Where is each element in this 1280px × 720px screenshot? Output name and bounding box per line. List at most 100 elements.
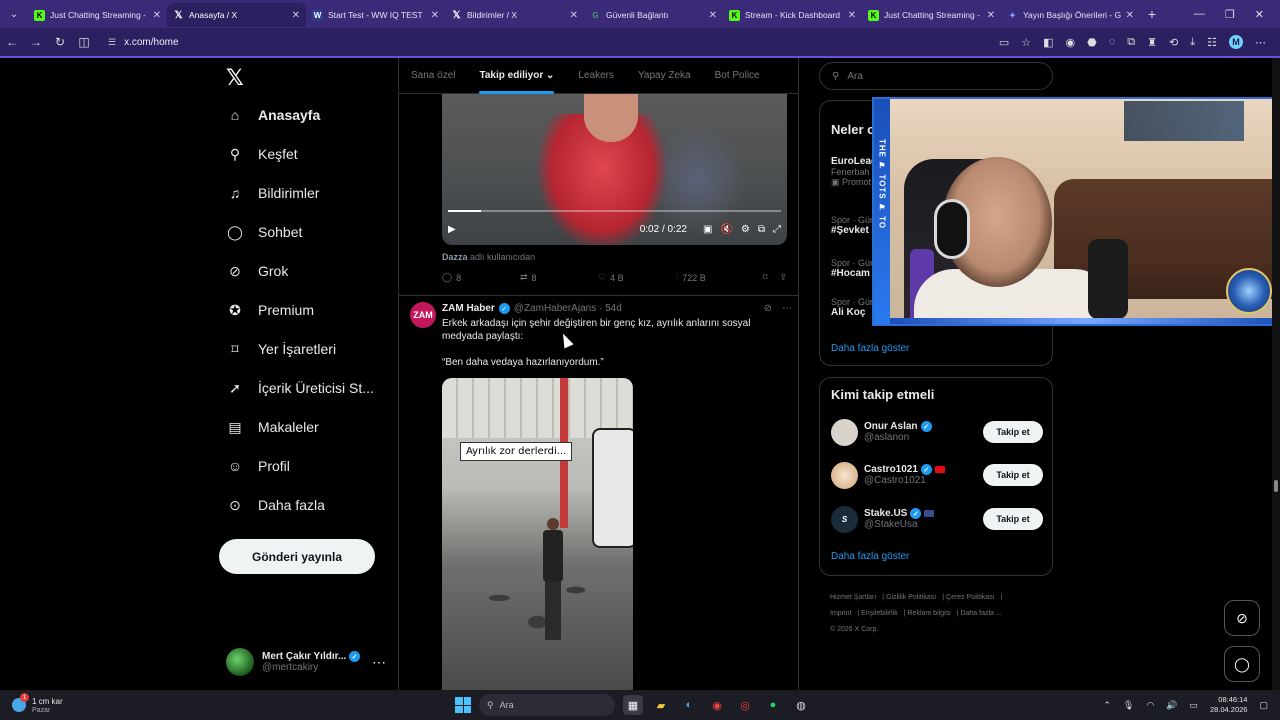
account-switcher[interactable]: Mert Çakır Yıldır... ✓ @mertcakiry ⋯ [226, 644, 386, 680]
footer-link[interactable]: Reklam bilgisi [908, 610, 951, 617]
follow-button[interactable]: Takip et [983, 464, 1043, 486]
nav-grok[interactable]: ⊘ Grok [226, 262, 288, 280]
trend-item[interactable]: EuroLeag Fenerbah ▣ Promot [831, 156, 877, 188]
show-more-link[interactable]: Daha fazla göster [831, 343, 909, 354]
video-progress-bar[interactable] [448, 210, 781, 212]
play-icon[interactable]: ▶ [448, 224, 456, 235]
tab-2[interactable]: W Start Test - WW IQ TEST ✕ [306, 3, 445, 27]
footer-link[interactable]: Çerez Politikası [946, 594, 995, 601]
tab-ai[interactable]: Yapay Zeka [626, 58, 703, 94]
tab-4[interactable]: G Güvenli Bağlantı ✕ [584, 3, 723, 27]
bookmark-icon[interactable]: ⌑ [763, 272, 768, 283]
show-more-link[interactable]: Daha fazla göster [831, 551, 909, 562]
tab-bot-police[interactable]: Bot Police [703, 58, 772, 94]
grok-icon[interactable]: ⊘ [764, 303, 772, 314]
weather-widget[interactable]: 1 1 cm kar Pazar [0, 693, 200, 714]
nav-notifications[interactable]: ♫ Bildirimler [226, 184, 320, 202]
scrollbar-thumb[interactable] [1274, 480, 1278, 492]
windows-start-icon[interactable] [455, 697, 471, 713]
footer-link[interactable]: Hizmet Şartları [830, 594, 876, 601]
chrome-icon[interactable]: ◉ [707, 695, 727, 715]
follow-suggestion[interactable]: Onur Aslan ✓ @aslanon Takip et [831, 417, 1043, 447]
opera-icon[interactable]: ◎ [735, 695, 755, 715]
close-window-icon[interactable]: ✕ [1255, 8, 1264, 21]
video-player[interactable]: ▶ 0:02 / 0:22 ▣ 🔇 ⚙ ⧉ ⤢ [442, 94, 787, 245]
wifi-icon[interactable]: ◠ [1146, 700, 1154, 711]
tab-7[interactable]: ✦ Yayın Başlığı Önerileri - G ✕ [1001, 3, 1140, 27]
pip-icon[interactable]: ⧉ [758, 224, 765, 235]
taskbar-search[interactable]: ⚲ Ara [479, 694, 615, 716]
extension-icon[interactable]: ♜ [1147, 36, 1157, 49]
split-view-icon[interactable]: ◫ [72, 35, 96, 49]
nav-explore[interactable]: ⚲ Keşfet [226, 145, 298, 163]
nav-chat[interactable]: ◯ Sohbet [226, 223, 302, 241]
settings-icon[interactable]: ☷ [1207, 36, 1217, 49]
new-tab-button[interactable]: + [1140, 6, 1164, 22]
fullscreen-icon[interactable]: ⤢ [773, 224, 781, 235]
trend-item[interactable]: Spor · Gün #Hocam [831, 258, 875, 279]
more-options-icon[interactable]: ⋯ [372, 654, 386, 671]
tweet-author-name[interactable]: ZAM Haber [442, 303, 495, 314]
trend-item[interactable]: Spor · Gün Ali Koç [831, 297, 875, 318]
mute-icon[interactable]: 🔇 [720, 224, 732, 235]
maximize-icon[interactable]: ❐ [1225, 8, 1235, 21]
reload-icon[interactable]: ↻ [48, 35, 72, 49]
cast-icon[interactable]: ▭ [999, 36, 1009, 49]
volume-icon[interactable]: 🔊 [1166, 700, 1177, 711]
clock[interactable]: 08:46:14 28.04.2026 [1210, 695, 1248, 715]
x-logo-icon[interactable]: 𝕏 [226, 66, 244, 91]
chevron-up-icon[interactable]: ⌃ [1103, 700, 1111, 711]
close-icon[interactable]: ✕ [292, 10, 300, 21]
close-icon[interactable]: ✕ [431, 10, 439, 21]
close-icon[interactable]: ✕ [570, 10, 578, 21]
obs-icon[interactable]: ◍ [791, 695, 811, 715]
footer-link[interactable]: Erişilebilirlik [861, 610, 898, 617]
tab-actions-menu[interactable]: ⌄ [0, 0, 28, 28]
nav-profile[interactable]: ☺ Profil [226, 457, 290, 475]
nav-creator-studio[interactable]: ➚ İçerik Üreticisi St... [226, 379, 374, 397]
history-icon[interactable]: ⟲ [1169, 36, 1178, 49]
extension-icon[interactable]: ◌ [1109, 36, 1116, 48]
tab-leakers[interactable]: Leakers [566, 58, 626, 94]
tweet-video[interactable]: Ayrılık zor derlerdi... [442, 378, 633, 690]
follow-button[interactable]: Takip et [983, 508, 1043, 530]
trend-item[interactable]: Spor · Gün #Şevket [831, 215, 875, 236]
more-options-icon[interactable]: ⋯ [782, 303, 792, 314]
url-field[interactable]: ☰ x.com/home [108, 37, 179, 48]
extension-icon[interactable]: ⬣ [1087, 36, 1097, 49]
credit-user[interactable]: Dazza [442, 252, 468, 262]
download-icon[interactable]: ⤓ [1190, 36, 1195, 49]
grok-floating-button[interactable]: ⊘ [1224, 600, 1260, 636]
nav-more[interactable]: ⊙ Daha fazla [226, 496, 325, 514]
tab-following[interactable]: Takip ediliyor ⌄ [467, 58, 566, 94]
nav-articles[interactable]: ▤ Makaleler [226, 418, 318, 436]
captions-icon[interactable]: ▣ [703, 224, 712, 235]
star-icon[interactable]: ☆ [1021, 36, 1031, 49]
tab-5[interactable]: K Stream - Kick Dashboard ✕ [723, 3, 862, 27]
file-explorer-icon[interactable]: ▰ [651, 695, 671, 715]
repost-button[interactable]: ⇄ 8 [520, 272, 598, 283]
footer-link[interactable]: Imprint [830, 610, 851, 617]
close-icon[interactable]: ✕ [709, 10, 717, 21]
nav-premium[interactable]: ✪ Premium [226, 301, 314, 319]
tab-for-you[interactable]: Sana özel [399, 58, 467, 94]
task-view-icon[interactable]: ▦ [623, 695, 643, 715]
avatar[interactable]: ZAM [410, 302, 436, 328]
site-info-icon[interactable]: ☰ [108, 37, 116, 48]
forward-icon[interactable]: → [24, 35, 48, 49]
close-icon[interactable]: ✕ [848, 10, 856, 21]
close-icon[interactable]: ✕ [1126, 10, 1134, 21]
back-icon[interactable]: ← [0, 35, 24, 49]
follow-button[interactable]: Takip et [983, 421, 1043, 443]
menu-icon[interactable]: ⋯ [1255, 36, 1266, 49]
tab-6[interactable]: K Just Chatting Streaming - ✕ [862, 3, 1001, 27]
like-button[interactable]: ♡ 4 B [598, 272, 676, 283]
close-icon[interactable]: ✕ [987, 10, 995, 21]
follow-suggestion[interactable]: Castro1021 ✓ @Castro1021 Takip et [831, 460, 1043, 490]
footer-link[interactable]: Daha fazla ... [960, 610, 1001, 617]
battery-icon[interactable]: ▭ [1189, 700, 1198, 711]
messages-floating-button[interactable]: ◯ [1224, 646, 1260, 682]
tweet-author-handle[interactable]: @ZamHaberAjans · 54d [514, 303, 622, 314]
share-icon[interactable]: ⇪ [779, 272, 787, 283]
reply-button[interactable]: ◯ 8 [442, 272, 520, 283]
